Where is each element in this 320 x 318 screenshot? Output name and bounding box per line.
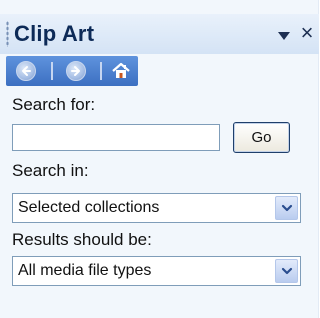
clip-art-task-pane: Clip Art × Search for: Go Search in: Sel… (0, 0, 319, 318)
results-type-dropdown[interactable]: All media file types (12, 256, 301, 286)
back-arrow-icon (22, 66, 31, 76)
dropdown-arrow-button[interactable] (275, 196, 298, 220)
dropdown-arrow-button[interactable] (275, 259, 298, 283)
pane-title: Clip Art (14, 21, 95, 46)
grip-handle[interactable] (6, 21, 9, 47)
chevron-down-icon (281, 267, 293, 275)
results-type-selected-value: All media file types (18, 262, 152, 279)
search-input[interactable] (12, 124, 220, 151)
search-for-label: Search for: (12, 95, 96, 114)
home-icon (112, 62, 130, 78)
nav-separator (100, 62, 102, 80)
navigation-bar (6, 56, 138, 86)
nav-separator (51, 62, 53, 80)
triangle-down-icon (278, 32, 290, 40)
close-button[interactable]: × (297, 21, 317, 45)
results-should-be-label: Results should be: (12, 230, 152, 249)
pane-options-dropdown-button[interactable] (273, 24, 295, 46)
chevron-down-icon (281, 204, 293, 212)
task-pane-title-bar: Clip Art × (0, 14, 319, 54)
forward-arrow-icon (71, 66, 80, 76)
back-button[interactable] (16, 61, 36, 81)
search-in-label: Search in: (12, 161, 89, 180)
search-in-dropdown[interactable]: Selected collections (12, 193, 301, 223)
home-button[interactable] (110, 60, 132, 82)
forward-button[interactable] (66, 61, 86, 81)
search-in-selected-value: Selected collections (18, 199, 160, 216)
go-button[interactable]: Go (233, 122, 290, 153)
